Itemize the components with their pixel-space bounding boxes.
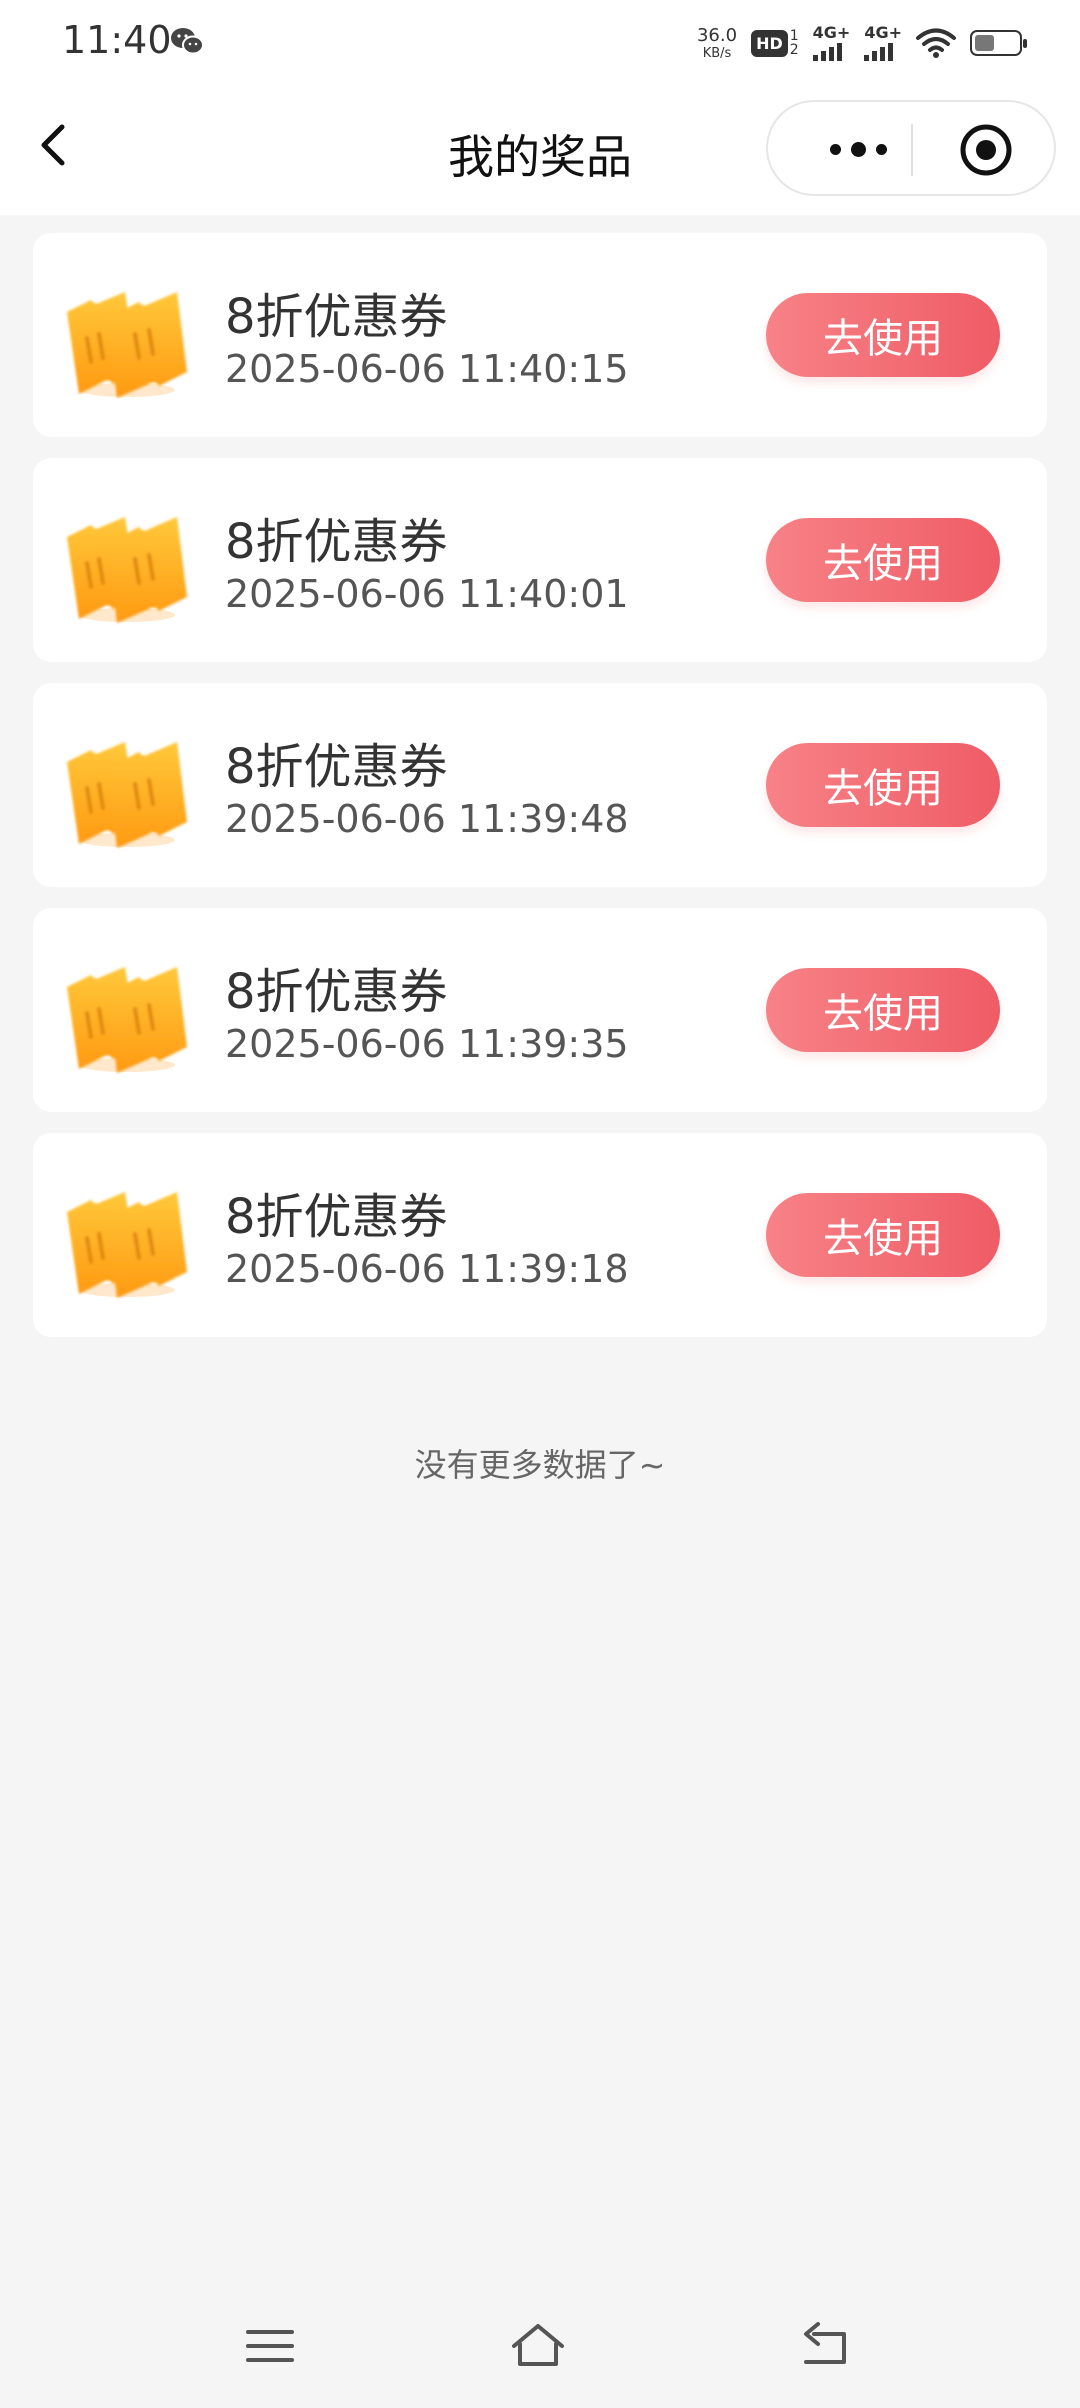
home-icon[interactable] [508,2318,568,2374]
menu-icon[interactable] [240,2318,300,2374]
hd-sub-bottom: 2 [789,42,799,58]
prize-card: 8折优惠券 2025-06-06 11:39:48 去使用 [33,683,1047,887]
no-more-text: 没有更多数据了~ [414,1446,666,1484]
system-navigation-bar [0,2300,1080,2390]
prize-card: 8折优惠券 2025-06-06 11:39:18 去使用 [33,1133,1047,1337]
coupon-ticket-icon [67,1192,187,1298]
net-speed-value: 36.0 [696,24,738,46]
status-time: 11:40 [62,18,172,62]
use-coupon-button[interactable]: 去使用 [766,1193,1000,1277]
signal-icon: 4G+ [812,23,851,61]
net-speed: 36.0 KB/s [696,24,738,61]
hd-sub-top: 1 [789,28,799,44]
hd-icon: HD 1 2 [751,29,799,57]
hd-sub: 1 2 [790,29,799,57]
prize-card: 8折优惠券 2025-06-06 11:40:15 去使用 [33,233,1047,437]
prize-name: 8折优惠券 [225,289,448,345]
net-speed-unit: KB/s [702,45,732,61]
use-coupon-button[interactable]: 去使用 [766,743,1000,827]
prize-name: 8折优惠券 [225,514,448,570]
wifi-icon [916,28,956,58]
prize-time: 2025-06-06 11:39:35 [225,1022,629,1066]
page: 11:40 36.0 KB/s HD 1 2 4G+ 4G+ 我的奖品 8折优惠… [0,0,1080,2408]
signal-bars [812,43,842,61]
signal-bars [864,43,894,61]
prize-card: 8折优惠券 2025-06-06 11:40:01 去使用 [33,458,1047,662]
use-coupon-button[interactable]: 去使用 [766,518,1000,602]
prize-time: 2025-06-06 11:39:48 [225,797,629,841]
coupon-ticket-icon [67,742,187,848]
capsule-divider [911,124,913,176]
mini-program-capsule [766,100,1056,196]
sim1-label: 4G+ [812,23,851,42]
nav-bar: 我的奖品 [0,85,1080,215]
back-icon[interactable] [796,2318,856,2374]
prize-time: 2025-06-06 11:40:01 [225,572,629,616]
status-icons: 36.0 KB/s HD 1 2 4G+ 4G+ [696,18,1027,68]
prize-list: 8折优惠券 2025-06-06 11:40:15 去使用 8折优惠券 2025… [33,233,1047,1358]
prize-name: 8折优惠券 [225,739,448,795]
more-dots-icon[interactable] [808,124,908,174]
use-coupon-button[interactable]: 去使用 [766,293,1000,377]
battery-level [975,35,994,51]
sim2-label: 4G+ [864,23,902,42]
coupon-ticket-icon [67,967,187,1073]
use-coupon-button[interactable]: 去使用 [766,968,1000,1052]
wechat-icon [171,28,204,55]
prize-card: 8折优惠券 2025-06-06 11:39:35 去使用 [33,908,1047,1112]
top-bar: 11:40 36.0 KB/s HD 1 2 4G+ 4G+ 我的奖品 [0,0,1080,215]
prize-time: 2025-06-06 11:40:15 [225,347,629,391]
prize-name: 8折优惠券 [225,1189,448,1245]
battery-tip [1023,39,1027,48]
status-bar: 11:40 36.0 KB/s HD 1 2 4G+ 4G+ [0,0,1080,85]
hd-label: HD [751,29,788,57]
prize-name: 8折优惠券 [225,964,448,1020]
battery-icon [970,30,1027,56]
prize-time: 2025-06-06 11:39:18 [225,1247,629,1291]
coupon-ticket-icon [67,517,187,623]
coupon-ticket-icon [67,292,187,398]
signal-icon: 4G+ [864,25,902,61]
target-close-icon[interactable] [958,122,1014,178]
